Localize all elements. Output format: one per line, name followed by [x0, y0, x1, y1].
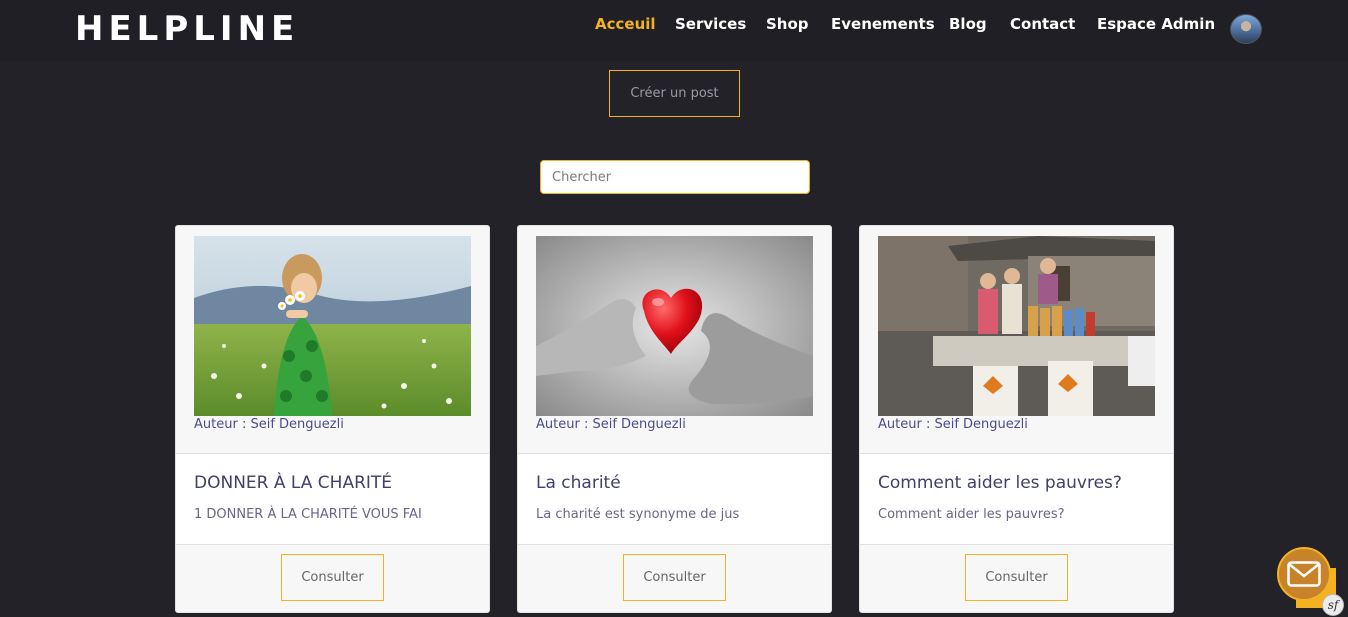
post-title: La charité — [536, 473, 621, 493]
post-excerpt: 1 DONNER À LA CHARITÉ VOUS FAI — [194, 507, 422, 522]
consult-button[interactable]: Consulter — [965, 554, 1068, 601]
post-image-child-with-daisies — [194, 236, 471, 416]
user-avatar[interactable] — [1230, 14, 1262, 44]
post-body: DONNER À LA CHARITÉ 1 DONNER À LA CHARIT… — [176, 453, 489, 545]
nav-item-contact[interactable]: Contact — [1010, 14, 1075, 34]
post-image-hands-with-heart — [536, 236, 813, 416]
symfony-debug-badge[interactable]: sf — [1322, 594, 1344, 616]
post-body: La charité La charité est synonyme de ju… — [518, 453, 831, 545]
post-title: Comment aider les pauvres? — [878, 473, 1122, 493]
chat-button[interactable] — [1277, 547, 1331, 601]
post-image-charity-food-stand — [878, 236, 1155, 416]
post-excerpt: La charité est synonyme de jus — [536, 507, 740, 522]
nav-item-evenements[interactable]: Evenements — [831, 14, 935, 34]
post-author: Auteur : Seif Denguezli — [194, 417, 344, 432]
nav-item-shop[interactable]: Shop — [766, 14, 809, 34]
navbar: HELPLINE Acceuil Services Shop Evenement… — [0, 0, 1348, 61]
post-body: Comment aider les pauvres? Comment aider… — [860, 453, 1173, 545]
brand-logo[interactable]: HELPLINE — [75, 10, 299, 48]
post-title: DONNER À LA CHARITÉ — [194, 473, 393, 493]
consult-button[interactable]: Consulter — [623, 554, 726, 601]
nav-item-blog[interactable]: Blog — [949, 14, 987, 34]
nav-item-services[interactable]: Services — [675, 14, 746, 34]
nav-item-acceuil[interactable]: Acceuil — [595, 14, 656, 34]
post-card: Auteur : Seif Denguezli La charité La ch… — [517, 225, 832, 613]
post-card: Auteur : Seif Denguezli Comment aider le… — [859, 225, 1174, 613]
envelope-icon — [1287, 561, 1321, 587]
post-card: Auteur : Seif Denguezli DONNER À LA CHAR… — [175, 225, 490, 613]
nav-item-espace-admin[interactable]: Espace Admin — [1097, 14, 1215, 34]
post-excerpt: Comment aider les pauvres? — [878, 507, 1065, 522]
post-author: Auteur : Seif Denguezli — [536, 417, 686, 432]
search-input[interactable] — [540, 160, 810, 194]
consult-button[interactable]: Consulter — [281, 554, 384, 601]
create-post-button[interactable]: Créer un post — [609, 70, 740, 117]
post-author: Auteur : Seif Denguezli — [878, 417, 1028, 432]
